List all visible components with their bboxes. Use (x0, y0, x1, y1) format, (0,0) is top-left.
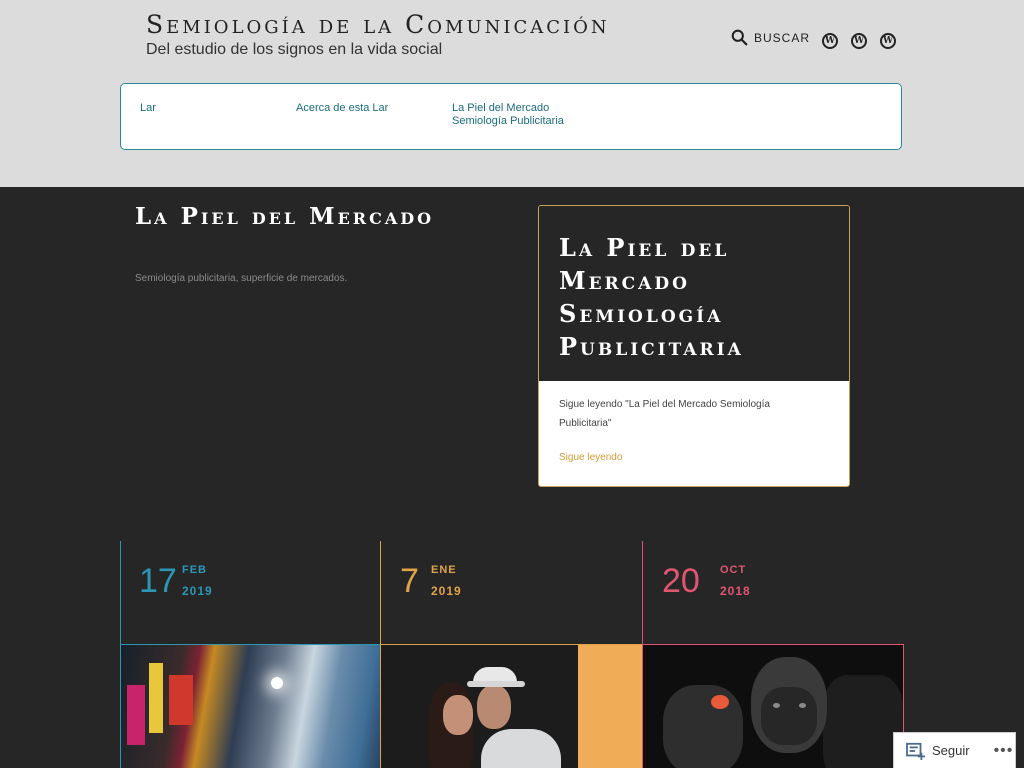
color-panel (578, 645, 642, 768)
search-label: BUSCAR (754, 30, 811, 45)
post-month: ENE (431, 564, 457, 576)
post-year: 2019 (431, 584, 462, 598)
gorilla-fur (823, 675, 903, 768)
wordpress-icon[interactable]: W (822, 33, 838, 49)
site-header: Semiología de la Comunicación Del estudi… (0, 0, 1024, 187)
nav-item-lar[interactable]: Lar (140, 102, 156, 115)
search-button[interactable]: BUSCAR (731, 29, 810, 46)
post-thumbnail[interactable] (381, 644, 642, 768)
featured-post-header: La Piel del Mercado Semiología Publicita… (539, 206, 849, 381)
nav-item-label: La Piel del Mercado Semiología Publicita… (452, 102, 564, 127)
reader-icon (906, 742, 925, 760)
figure-hat-brim (467, 681, 525, 687)
site-title[interactable]: Semiología de la Comunicación (146, 10, 610, 39)
gorilla-eye (799, 703, 806, 708)
post-month: FEB (182, 564, 207, 576)
featured-post-body: Sigue leyendo "La Piel del Mercado Semio… (539, 381, 849, 486)
figure-face (443, 695, 473, 735)
wordpress-icon[interactable]: W (851, 33, 867, 49)
post-card: 7 ENE 2019 (380, 541, 642, 768)
post-day: 7 (400, 562, 419, 600)
post-month: OCT (720, 564, 747, 576)
hero-description: Semiología publicitaria, superficie de m… (135, 273, 348, 284)
featured-post-title[interactable]: La Piel del Mercado Semiología Publicita… (559, 231, 844, 363)
post-card: 17 FEB 2019 (120, 541, 382, 768)
follow-label: Seguir (932, 743, 970, 758)
post-card: 20 OCT 2018 (642, 541, 904, 768)
fruit (711, 695, 729, 709)
main-navigation: Lar Acerca de esta Lar La Piel del Merca… (120, 83, 902, 150)
neon-sign (149, 663, 163, 733)
gorilla-face (761, 687, 817, 745)
post-day: 17 (139, 562, 177, 600)
figure-shirt (481, 729, 561, 768)
wordpress-icon[interactable]: W (880, 33, 896, 49)
post-year: 2018 (720, 584, 751, 598)
nav-item-piel-del-mercado[interactable]: La Piel del Mercado Semiología Publicita… (452, 102, 582, 128)
social-links: W W W (822, 33, 896, 49)
post-thumbnail[interactable] (121, 644, 382, 768)
search-icon (731, 29, 748, 46)
post-year: 2019 (182, 584, 213, 598)
featured-post-card: La Piel del Mercado Semiología Publicita… (538, 205, 850, 487)
nav-item-acerca[interactable]: Acerca de esta Lar (296, 102, 388, 115)
post-day: 20 (662, 562, 700, 600)
follow-button[interactable]: Seguir ••• (893, 732, 1016, 768)
read-more-link[interactable]: Sigue leyendo (559, 452, 622, 463)
hero-title: La Piel del Mercado (135, 203, 435, 230)
site-description: Del estudio de los signos en la vida soc… (146, 41, 443, 58)
post-thumbnail[interactable] (643, 644, 904, 768)
gorilla-hand (663, 685, 743, 768)
featured-post-excerpt: Sigue leyendo "La Piel del Mercado Semio… (559, 399, 770, 429)
neon-sign (169, 675, 193, 725)
figure-face (477, 685, 511, 729)
gorilla-eye (773, 703, 780, 708)
more-options-icon[interactable]: ••• (994, 742, 1014, 760)
street-lamp (271, 677, 283, 689)
neon-sign (127, 685, 145, 745)
